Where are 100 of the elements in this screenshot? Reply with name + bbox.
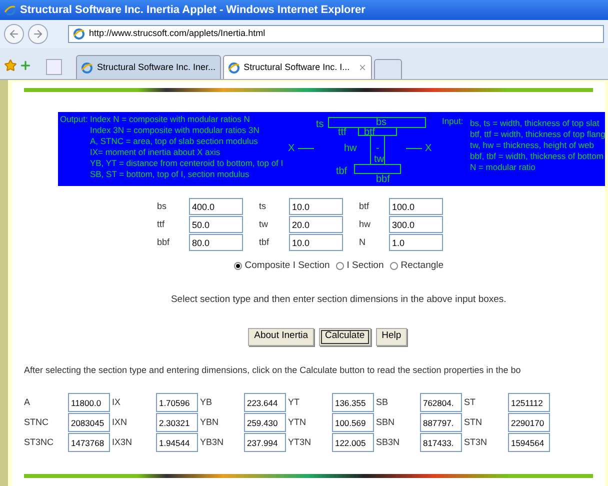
back-button[interactable] <box>4 24 24 44</box>
result-field[interactable]: 1.70596 <box>156 393 198 412</box>
legend-line: bbf, tbf = width, thickness of bottom <box>470 151 604 162</box>
result-field[interactable]: 259.430 <box>244 413 286 432</box>
new-tab-button[interactable] <box>374 59 402 79</box>
legend-line: A, STNC = area, top of slab section modulus <box>90 136 259 147</box>
output-label: SB <box>376 396 389 409</box>
browser-icon <box>4 4 16 16</box>
input-label: btf <box>358 200 370 213</box>
result-field[interactable]: 122.005 <box>332 433 374 452</box>
input-label: bs <box>156 200 168 213</box>
result-field[interactable]: 887797. <box>420 413 462 432</box>
output-label: IX3N <box>112 436 133 449</box>
result-field[interactable]: 817433. <box>420 433 462 452</box>
result-field[interactable]: 11800.0 <box>68 393 110 412</box>
output-label: STNC <box>24 416 50 429</box>
output-label: IXN <box>112 416 128 429</box>
input-label: Input: <box>442 116 464 128</box>
output-label: A <box>24 396 31 409</box>
output-label: YB <box>200 396 213 409</box>
diagram-label: tbf <box>336 167 348 177</box>
legend-line: Index 3N = composite with modular ratios 3N <box>90 125 260 136</box>
output-label: SB3N <box>376 436 400 449</box>
window-title: Structural Software Inc. Inertia Applet - Windows Internet Explorer <box>20 2 366 18</box>
result-field[interactable]: 1.94544 <box>156 433 198 452</box>
dimension-input[interactable]: 80.0 <box>188 234 243 251</box>
address-field[interactable]: http://www.strucsoft.com/applets/Inertia.html <box>68 25 604 43</box>
output-label: STN <box>464 416 483 429</box>
diagram-label: ts <box>316 120 324 130</box>
dimension-input[interactable]: 20.0 <box>288 216 343 233</box>
legend-line: tw, hw = thickness, height of web <box>470 140 595 151</box>
dimension-input[interactable]: 50.0 <box>188 216 243 233</box>
output-label: YB3N <box>200 436 224 449</box>
output-label: YT3N <box>288 436 312 449</box>
result-field[interactable]: 2290170 <box>508 413 550 432</box>
input-label: N <box>358 236 366 249</box>
result-field[interactable]: 2.30321 <box>156 413 198 432</box>
section-type-radio[interactable]: Composite I Section <box>234 259 330 274</box>
legend-line: btf, ttf = width, thickness of top flang <box>470 129 606 140</box>
input-label: tbf <box>258 236 270 249</box>
section-type-radio[interactable]: I Section <box>336 259 384 274</box>
diagram-label: bbf <box>376 175 390 185</box>
action-button[interactable]: Calculate <box>319 328 371 346</box>
dimension-input[interactable]: 10.0 <box>288 198 343 215</box>
output-label: SBN <box>376 416 396 429</box>
result-field[interactable]: 1251112 <box>508 393 550 412</box>
diagram-label: X <box>424 144 432 154</box>
action-button[interactable]: Help <box>376 328 408 346</box>
forward-button[interactable] <box>28 24 48 44</box>
input-label: hw <box>358 218 372 231</box>
dimension-input[interactable]: 1.0 <box>388 234 443 251</box>
input-label: bbf <box>156 236 170 249</box>
dimension-input[interactable]: 300.0 <box>388 216 443 233</box>
diagram-label: X <box>288 144 295 154</box>
result-field[interactable]: 2083045 <box>68 413 110 432</box>
legend-line: SB, ST = bottom, top of I, section modulus <box>90 169 250 180</box>
page-icon <box>73 28 85 40</box>
diagram-label: bs <box>376 118 387 128</box>
dimension-input[interactable]: 10.0 <box>288 234 343 251</box>
legend-line: Index N = composite with modular ratios N <box>90 114 251 125</box>
action-button[interactable]: About Inertia <box>248 328 314 346</box>
back-arrow-icon <box>8 28 20 40</box>
diagram-label: btf <box>364 128 376 138</box>
legend-line: YB, YT = distance from centeroid to bottom, top of I <box>90 158 284 169</box>
result-field[interactable]: 100.569 <box>332 413 374 432</box>
quick-tabs-button[interactable] <box>46 59 62 75</box>
result-field[interactable]: 1594564 <box>508 433 550 452</box>
output-label: YT <box>288 396 300 409</box>
input-label: ts <box>258 200 267 213</box>
forward-arrow-icon <box>32 28 44 40</box>
diagram-label: ttf <box>338 128 346 138</box>
output-label: ST <box>464 396 476 409</box>
section-type-radio[interactable]: Rectangle <box>390 259 444 274</box>
add-favorite-icon[interactable] <box>19 59 32 72</box>
favorites-star-icon[interactable] <box>4 59 17 72</box>
close-icon[interactable] <box>358 63 367 72</box>
diagram-label: - <box>376 144 380 154</box>
result-field[interactable]: 136.355 <box>332 393 374 412</box>
instruction-text: Select section type and then enter section dimensions in the above input boxes. <box>170 293 508 308</box>
result-field[interactable]: 762804. <box>420 393 462 412</box>
result-field[interactable]: 1473768 <box>68 433 110 452</box>
dimension-input[interactable]: 400.0 <box>188 198 243 215</box>
output-label: YBN <box>200 416 220 429</box>
diagram-label: tw <box>374 155 384 165</box>
browser-tab[interactable]: Structural Software Inc. Iner... <box>76 55 221 79</box>
result-field[interactable]: 237.994 <box>244 433 286 452</box>
output-label: ST3NC <box>24 436 54 449</box>
result-field[interactable]: 223.644 <box>244 393 286 412</box>
dimension-input[interactable]: 100.0 <box>388 198 443 215</box>
output-label: YTN <box>288 416 307 429</box>
legend-line: N = modular ratio <box>470 162 536 173</box>
input-label: ttf <box>156 218 166 231</box>
page-icon <box>228 62 240 74</box>
input-label: tw <box>258 218 269 231</box>
result-note: After selecting the section type and entering dimensions, click on the Calculate button to read the section properties in the bo <box>24 364 522 377</box>
legend-line: IX= moment of inertia about X axis <box>90 147 222 158</box>
diagram-label: hw <box>344 144 357 154</box>
browser-tab[interactable]: Structural Software Inc. I... <box>222 55 372 79</box>
output-label: IX <box>112 396 122 409</box>
page-icon <box>81 62 93 74</box>
